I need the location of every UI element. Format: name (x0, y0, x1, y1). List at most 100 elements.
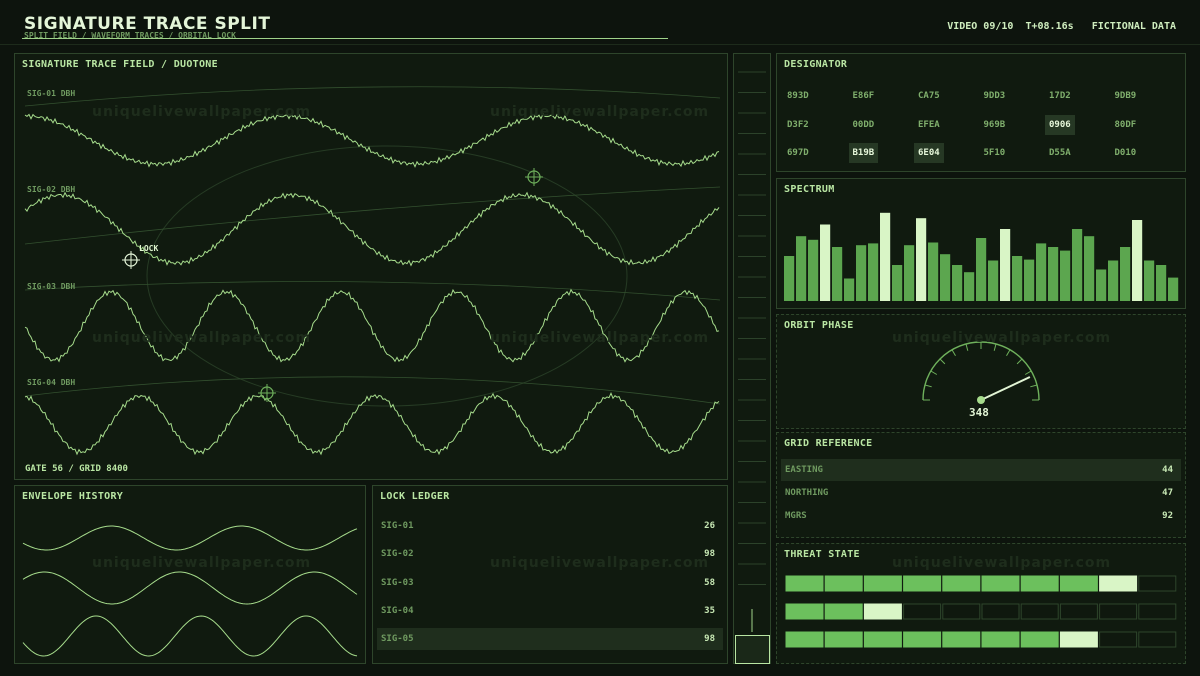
spectrum-bar (1108, 260, 1119, 301)
spectrum-bar (820, 224, 831, 301)
designator-code[interactable]: EFEA (914, 115, 944, 135)
threat-segment (1099, 575, 1138, 592)
grid-row-label: EASTING (785, 465, 823, 475)
lane-label-4: SIG-04 DBH (27, 378, 76, 387)
spectrum-bar (1120, 247, 1131, 301)
designator-title: DESIGNATOR (784, 59, 848, 70)
spectrum-bar (1144, 260, 1155, 301)
grid-row-value: 47 (1162, 488, 1173, 498)
threat-segment (1020, 603, 1059, 620)
envelope-plot (22, 525, 358, 657)
spectrum-bar (832, 247, 843, 301)
ledger-row-selected[interactable]: SIG-05 98 (377, 628, 723, 650)
lane-label-3: SIG-03 DBH (27, 282, 76, 291)
threat-segment (785, 603, 824, 620)
spectrum-bar (988, 260, 999, 301)
designator-code[interactable]: 9DB9 (1111, 86, 1141, 106)
threat-segment (1138, 631, 1177, 648)
spectrum-bar (1012, 256, 1023, 301)
threat-segment (903, 575, 942, 592)
spectrum-bar (1156, 265, 1167, 301)
gauge-tick (1030, 384, 1038, 388)
spectrum-bar (1048, 247, 1059, 301)
threat-segment (903, 631, 942, 648)
time-readout: T+08.16s (1025, 21, 1074, 32)
designator-code[interactable]: 6E04 (914, 143, 944, 163)
gauge-tick (1006, 349, 1011, 357)
designator-code[interactable]: D55A (1045, 143, 1075, 163)
designator-code[interactable]: E86F (849, 86, 879, 106)
designator-code[interactable]: D3F2 (783, 115, 813, 135)
header-underline (22, 38, 668, 39)
ledger-row[interactable]: SIG-01 26 (377, 515, 723, 537)
grid-row-mgrs[interactable]: MGRS 92 (781, 505, 1181, 527)
watermark: uniquelivewallpaper.com (92, 330, 312, 346)
ledger-row-label: SIG-04 (381, 606, 414, 616)
envelope-line-2 (22, 571, 358, 605)
gauge-hub (977, 396, 985, 404)
designator-code[interactable]: 80DF (1111, 115, 1141, 135)
spectrum-bar (928, 242, 939, 301)
designator-code[interactable]: 697D (783, 143, 813, 163)
threat-segment (942, 575, 981, 592)
ledger-row-value: 98 (704, 634, 715, 644)
timeline-scrubber[interactable] (733, 53, 771, 664)
designator-code[interactable]: 0906 (1045, 114, 1075, 135)
lock-crosshair-icon (122, 251, 140, 269)
spectrum-bar (796, 236, 807, 301)
spectrum-bar (1060, 250, 1071, 301)
spectrum-bar (964, 272, 975, 301)
ledger-row-label: SIG-02 (381, 549, 414, 559)
spectrum-bar (856, 245, 867, 301)
spectrum-bar (1096, 269, 1107, 301)
designator-code[interactable]: 9DD3 (980, 86, 1010, 106)
ledger-row-value: 35 (704, 606, 715, 616)
threat-segment (981, 631, 1020, 648)
grid-row-value: 92 (1162, 511, 1173, 521)
threat-segment (981, 575, 1020, 592)
spectrum-panel: SPECTRUM (776, 178, 1186, 309)
spectrum-bar (1168, 277, 1179, 301)
threat-segment (824, 575, 863, 592)
trace-line-1 (24, 112, 720, 168)
threat-segment (942, 603, 981, 620)
envelope-history-panel: ENVELOPE HISTORY (14, 485, 366, 664)
grid-row-value: 44 (1162, 465, 1173, 475)
header-divider (0, 44, 1200, 45)
fictional-data-notice: FICTIONAL DATA (1091, 21, 1176, 32)
ledger-row-label: SIG-05 (381, 634, 414, 644)
designator-code[interactable]: CA75 (914, 86, 944, 106)
spectrum-bar (940, 254, 951, 301)
spectrum-bar (868, 243, 879, 301)
gauge-tick (939, 358, 946, 365)
ledger-row-label: SIG-03 (381, 578, 414, 588)
gauge-tick (924, 384, 932, 388)
grid-reference-title: GRID REFERENCE (784, 438, 873, 449)
designator-code[interactable]: 5F10 (980, 143, 1010, 163)
threat-segment (1138, 603, 1177, 620)
threat-segment (824, 603, 863, 620)
lock-ledger-title: LOCK LEDGER (380, 491, 450, 502)
grid-row-easting[interactable]: EASTING 44 (781, 459, 1181, 481)
grid-row-label: MGRS (785, 511, 807, 521)
ledger-row[interactable]: SIG-03 58 (377, 572, 723, 594)
spectrum-bar (808, 239, 819, 301)
ledger-row[interactable]: SIG-04 35 (377, 600, 723, 622)
designator-code[interactable]: 00DD (849, 115, 879, 135)
grid-reference-panel: GRID REFERENCE EASTING 44 NORTHING 47 MG… (776, 432, 1186, 538)
spectrum-bar (892, 265, 903, 301)
lane-label-2: SIG-02 DBH (27, 185, 76, 194)
gauge-tick (951, 349, 956, 357)
designator-code[interactable]: 17D2 (1045, 86, 1075, 106)
designator-code[interactable]: 969B (980, 115, 1010, 135)
orbit-ellipse (146, 145, 628, 407)
threat-segment (1099, 631, 1138, 648)
watermark: uniquelivewallpaper.com (92, 555, 312, 571)
designator-code[interactable]: D010 (1111, 143, 1141, 163)
scrubber-handle[interactable] (735, 635, 770, 664)
designator-code[interactable]: 893D (783, 86, 813, 106)
threat-segment (824, 631, 863, 648)
designator-code[interactable]: B19B (848, 143, 879, 163)
grid-row-northing[interactable]: NORTHING 47 (781, 482, 1181, 504)
spectrum-bar (1000, 229, 1011, 301)
